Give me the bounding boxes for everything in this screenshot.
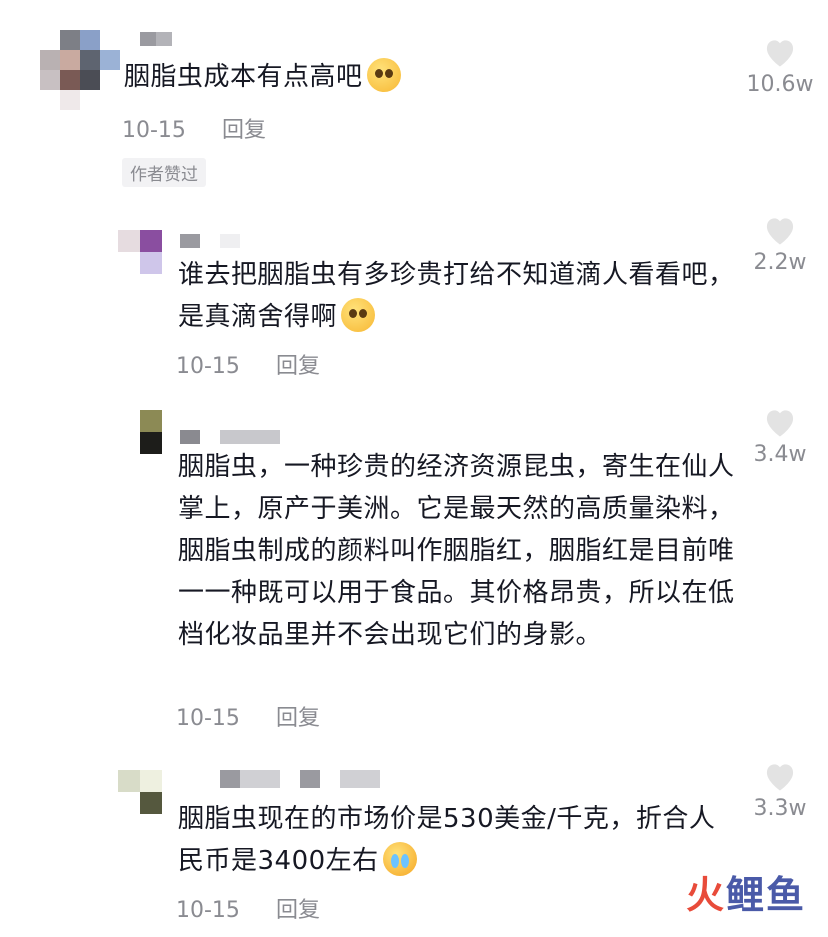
comment-1: 胭脂虫成本有点高吧 10-15 回复 作者赞过 10.6w <box>0 0 828 190</box>
comment-date: 10-15 <box>176 706 240 731</box>
comment-text: 胭脂虫现在的市场价是530美金/千克，折合人民币是3400左右 <box>178 804 716 876</box>
comment-meta: 10-15 回复 <box>176 348 320 380</box>
avatar[interactable] <box>140 410 162 454</box>
comment-meta: 10-15 回复 <box>122 112 266 144</box>
comment-text: 胭脂虫成本有点高吧 <box>124 56 401 98</box>
comment-2: 谁去把胭脂虫有多珍贵打给不知道滴人看看吧，是真滴舍得啊 10-15 回复 2.2w <box>0 200 828 390</box>
reply-button[interactable]: 回复 <box>276 892 320 924</box>
comment-date: 10-15 <box>176 898 240 923</box>
comment-meta: 10-15 回复 <box>176 700 320 732</box>
like-button[interactable]: 3.3w <box>740 760 820 821</box>
like-count: 3.4w <box>753 442 807 467</box>
like-count: 3.3w <box>753 796 807 821</box>
comment-meta: 10-15 回复 <box>176 892 320 924</box>
heart-icon <box>766 410 794 437</box>
avatar[interactable] <box>40 30 120 110</box>
avatar[interactable] <box>118 230 162 274</box>
pleading-face-icon <box>366 58 401 92</box>
like-button[interactable]: 3.4w <box>740 406 820 467</box>
comment-date: 10-15 <box>176 354 240 379</box>
comment-text: 胭脂虫，一种珍贵的经济资源昆虫，寄生在仙人掌上，原产于美洲。它是最天然的高质量染… <box>178 452 735 650</box>
reply-button[interactable]: 回复 <box>222 112 266 144</box>
like-button[interactable]: 10.6w <box>740 36 820 97</box>
heart-icon <box>766 218 794 245</box>
comment-3: 胭脂虫，一种珍贵的经济资源昆虫，寄生在仙人掌上，原产于美洲。它是最天然的高质量染… <box>0 400 828 740</box>
comment-text: 谁去把胭脂虫有多珍贵打给不知道滴人看看吧，是真滴舍得啊 <box>178 260 735 332</box>
avatar[interactable] <box>118 770 162 814</box>
heart-icon <box>766 764 794 791</box>
author-liked-badge: 作者赞过 <box>122 158 206 187</box>
reply-button[interactable]: 回复 <box>276 348 320 380</box>
like-button[interactable]: 2.2w <box>740 214 820 275</box>
like-count: 2.2w <box>753 250 807 275</box>
watermark-logo: 火鲤鱼 <box>685 873 806 917</box>
comment-date: 10-15 <box>122 118 186 143</box>
pleading-face-icon <box>341 298 376 332</box>
reply-button[interactable]: 回复 <box>276 700 320 732</box>
heart-icon <box>766 40 794 67</box>
like-count: 10.6w <box>746 72 814 97</box>
crying-laughing-icon <box>382 842 417 876</box>
